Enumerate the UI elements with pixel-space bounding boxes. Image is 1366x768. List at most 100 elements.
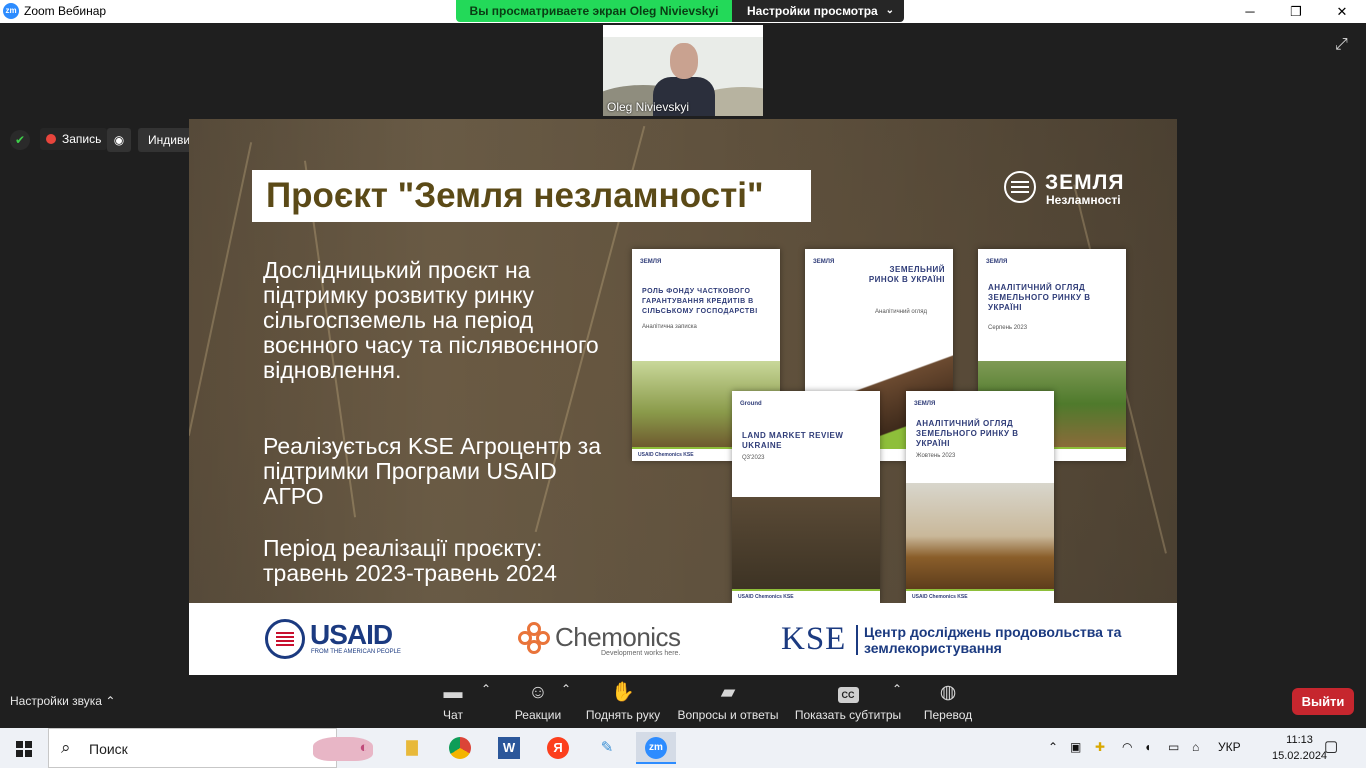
chat-button[interactable]: ▬ Чат: [436, 682, 470, 722]
taskbar-search-box[interactable]: ⌕ Поиск: [48, 728, 373, 768]
sound-settings-button[interactable]: Настройки звука ⌃: [10, 694, 115, 708]
report-title: РОЛЬ ФОНДУ ЧАСТКОВОГО ГАРАНТУВАННЯ КРЕДИ…: [642, 288, 758, 315]
globe-icon: ◍: [939, 682, 957, 703]
minimize-button[interactable]: ─: [1227, 0, 1273, 23]
report-footer: USAID Chemonics KSE: [906, 589, 1054, 603]
qa-label: Вопросы и ответы: [677, 708, 779, 722]
hand-icon: ✋: [611, 682, 635, 703]
report-cover-5: ЗЕМЛЯ АНАЛІТИЧНИЙ ОГЛЯД ЗЕМЕЛЬНОГО РИНКУ…: [906, 391, 1054, 603]
reaction-icon: ☺: [528, 682, 548, 703]
reactions-label: Реакции: [514, 708, 562, 722]
tray-app-icon[interactable]: ▣: [1070, 740, 1081, 754]
yandex-icon[interactable]: Я: [538, 732, 578, 764]
slide-title-box: Проєкт "Земля незламності": [252, 170, 811, 222]
report-head: ЗЕМЛЯ: [640, 259, 662, 265]
zoom-window: zm Zoom Вебинар ─ ❐ ✕ Вы просматриваете …: [0, 0, 1366, 768]
notifications-icon[interactable]: ▢: [1324, 737, 1338, 755]
video-background-logos: [603, 25, 763, 37]
chemonics-logo-icon: [518, 622, 552, 656]
volume-icon[interactable]: ◖: [1144, 740, 1151, 754]
slide-paragraph-3: Період реалізації проєкту: травень 2023-…: [263, 535, 557, 586]
chat-label: Чат: [443, 708, 463, 722]
brand-ring-icon: [1004, 171, 1036, 203]
reactions-button[interactable]: ☺ Реакции: [512, 682, 564, 722]
tray-status-icon[interactable]: ✚: [1095, 740, 1105, 754]
report-head: ЗЕМЛЯ: [813, 259, 835, 265]
usaid-seal-icon: [265, 619, 305, 659]
usaid-logo-text: USAID: [310, 619, 393, 650]
paint-icon[interactable]: ◐: [344, 732, 384, 764]
close-button[interactable]: ✕: [1319, 0, 1365, 23]
search-label: Поиск: [89, 741, 128, 757]
security-shield-icon[interactable]: ✔: [10, 130, 30, 150]
view-settings-label: Настройки просмотра: [747, 4, 878, 18]
report-footer: USAID Chemonics KSE: [732, 589, 880, 603]
kse-logo-text: KSE: [781, 621, 847, 657]
word-icon[interactable]: W: [489, 732, 529, 764]
cc-icon: CC: [792, 682, 904, 704]
participant-video[interactable]: Oleg Nivievskyi: [603, 25, 763, 116]
battery-icon[interactable]: ▭: [1168, 740, 1179, 754]
language-indicator[interactable]: УКР: [1218, 740, 1241, 754]
network-icon[interactable]: ⌂: [1192, 740, 1199, 754]
chat-icon: ▬: [443, 682, 463, 703]
windows-taskbar: ⌕ Поиск ◐ ▇ W Я ✎ zm ⌃ ▣ ✚ ◠ ◖ ▭ ⌂ УКР 1…: [0, 728, 1366, 768]
slide-paragraph-1: Дослідницький проєкт на підтримку розвит…: [263, 257, 599, 383]
chat-options-chevron-icon[interactable]: ⌃: [481, 682, 491, 696]
qa-button[interactable]: ▰ Вопросы и ответы: [673, 682, 783, 722]
record-label: Запись: [62, 132, 102, 146]
zoom-taskbar-icon[interactable]: zm: [636, 732, 676, 764]
report-title: АНАЛІТИЧНИЙ ОГЛЯД ЗЕМЕЛЬНОГО РИНКУ В УКР…: [916, 419, 1019, 448]
raise-hand-label: Поднять руку: [585, 708, 661, 722]
report-title: LAND MARKET REVIEW UKRAINE: [742, 431, 844, 450]
brand-line1: ЗЕМЛЯ: [1045, 171, 1125, 194]
maximize-button[interactable]: ❐: [1273, 0, 1319, 23]
participant-name: Oleg Nivievskyi: [607, 100, 690, 114]
chevron-down-icon: ⌄: [885, 5, 894, 16]
chrome-icon[interactable]: [440, 732, 480, 764]
screen-share-banner: Вы просматриваете экран Oleg Nivievskyi: [456, 0, 732, 22]
report-head: Ground: [740, 401, 762, 407]
chevron-up-icon: ⌃: [105, 694, 116, 708]
participant-head: [670, 43, 698, 79]
explorer-icon[interactable]: ▇: [392, 732, 432, 764]
report-title: АНАЛІТИЧНИЙ ОГЛЯД ЗЕМЕЛЬНОГО РИНКУ В УКР…: [988, 283, 1091, 312]
qa-icon: ▰: [720, 682, 736, 703]
show-hidden-icons-icon[interactable]: ⌃: [1048, 740, 1058, 754]
captions-label: Показать субтитры: [794, 708, 902, 722]
sound-settings-label: Настройки звука: [10, 694, 102, 708]
report-head: ЗЕМЛЯ: [986, 259, 1008, 265]
report-subtitle: Жовтень 2023: [916, 453, 956, 459]
view-settings-button[interactable]: Настройки просмотра ⌄: [732, 0, 904, 22]
usaid-tagline: FROM THE AMERICAN PEOPLE: [311, 649, 401, 655]
recording-indicator[interactable]: Запись: [40, 128, 108, 150]
report-subtitle: Q3'2023: [742, 455, 765, 461]
zemlia-brand-logo: ЗЕМЛЯ Незламності: [1004, 171, 1139, 207]
wifi-icon[interactable]: ◠: [1122, 740, 1132, 754]
raise-hand-button[interactable]: ✋ Поднять руку: [583, 682, 663, 722]
report-title: ЗЕМЕЛЬНИЙ РИНОК В УКРАЇНІ: [868, 265, 945, 284]
report-subtitle: Аналітичний огляд: [875, 309, 928, 315]
partner-logos-strip: USAID FROM THE AMERICAN PEOPLE Chemonics…: [189, 603, 1177, 675]
live-stream-icon[interactable]: ◉: [107, 128, 131, 152]
translation-button[interactable]: ◍ Перевод: [920, 682, 976, 722]
zoom-app-icon: zm: [3, 3, 19, 19]
fullscreen-icon[interactable]: ⤢: [1335, 36, 1348, 54]
report-subtitle: Серпень 2023: [988, 325, 1028, 331]
captions-button[interactable]: CC Показать субтитры: [792, 682, 904, 722]
chemonics-tagline: Development works here.: [601, 650, 681, 657]
report-head: ЗЕМЛЯ: [914, 401, 936, 407]
clock-date: 15.02.2024: [1272, 750, 1328, 762]
reactions-options-chevron-icon[interactable]: ⌃: [561, 682, 571, 696]
start-button[interactable]: [0, 728, 48, 768]
record-dot-icon: [46, 134, 56, 144]
report-image-tractor: [906, 483, 1054, 589]
report-cover-4: Ground LAND MARKET REVIEW UKRAINE Q3'202…: [732, 391, 880, 603]
paint3d-icon[interactable]: ✎: [587, 732, 627, 764]
kse-divider: [856, 625, 858, 655]
kse-center-name: Центр досліджень продовольства та землек…: [864, 624, 1122, 656]
translation-label: Перевод: [923, 708, 973, 722]
leave-button[interactable]: Выйти: [1292, 688, 1354, 715]
captions-options-chevron-icon[interactable]: ⌃: [892, 682, 902, 696]
system-clock[interactable]: 11:13 15.02.2024: [1272, 732, 1327, 764]
